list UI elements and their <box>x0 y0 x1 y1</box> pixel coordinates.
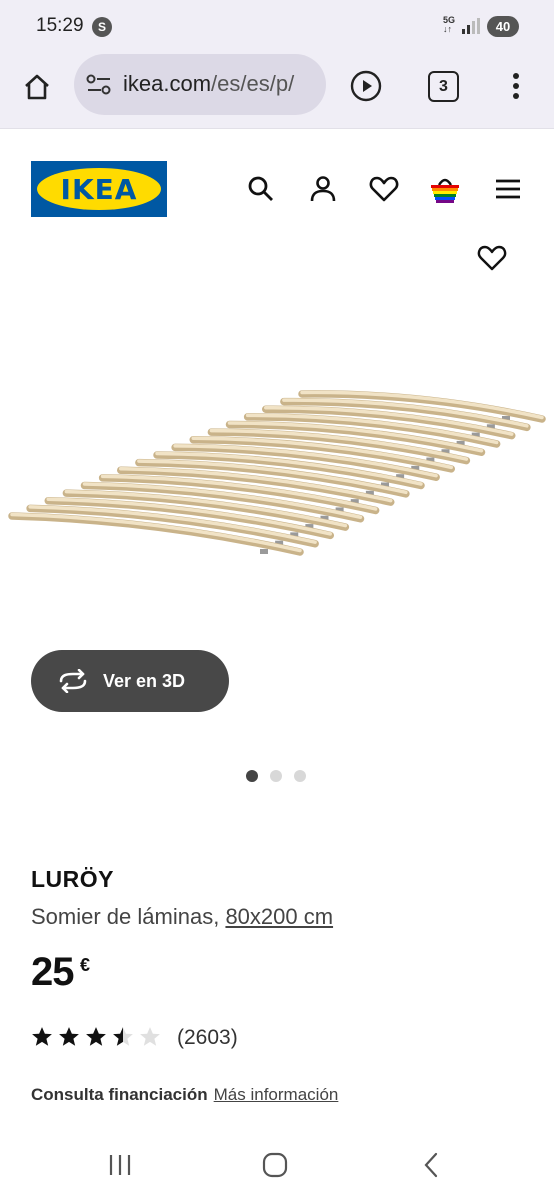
system-nav-bar <box>0 1128 554 1200</box>
play-button[interactable] <box>348 68 384 104</box>
back-button[interactable] <box>416 1150 446 1180</box>
product-description: Somier de láminas, 80x200 cm <box>31 904 333 930</box>
recent-apps-button[interactable] <box>105 1150 135 1180</box>
menu-icon <box>496 179 520 199</box>
browser-toolbar: ikea.com/es/es/p/ 3 <box>0 54 554 129</box>
kebab-menu-icon <box>513 73 519 99</box>
view-3d-label: Ver en 3D <box>103 670 186 691</box>
gallery-pagination <box>246 770 306 782</box>
home-button[interactable] <box>19 69 55 105</box>
account-icon <box>310 176 336 202</box>
cart-button[interactable] <box>428 172 462 206</box>
heart-icon <box>477 245 507 271</box>
star-icon <box>140 1027 160 1046</box>
product-price: 25 <box>31 950 74 994</box>
status-time: 15:29 <box>36 15 84 36</box>
recent-apps-icon <box>109 1155 131 1175</box>
network-type: 5G ↓↑ <box>443 15 456 34</box>
star-icon <box>32 1027 52 1046</box>
product-type: Somier de láminas, <box>31 904 220 929</box>
financing-row: Consulta financiación Más información <box>31 1085 338 1105</box>
url-domain: ikea.com <box>123 71 212 96</box>
home-circle-icon <box>262 1152 288 1178</box>
rotate-3d-icon <box>59 669 87 693</box>
cart-icon <box>431 178 459 203</box>
review-count[interactable]: (2603) <box>177 1026 238 1050</box>
back-icon <box>424 1152 438 1178</box>
home-nav-button[interactable] <box>260 1150 290 1180</box>
logo-oval: IKEA <box>37 168 161 210</box>
pagination-dot-1[interactable] <box>246 770 258 782</box>
favorites-button[interactable] <box>367 172 401 206</box>
network-label: 5G <box>443 15 456 25</box>
search-icon <box>248 176 273 201</box>
pagination-dot-2[interactable] <box>270 770 282 782</box>
star-icon <box>59 1027 79 1046</box>
financing-label: Consulta financiación <box>31 1085 208 1104</box>
add-to-favorites-button[interactable] <box>475 243 509 273</box>
account-button[interactable] <box>306 172 340 206</box>
more-options-button[interactable] <box>506 68 526 104</box>
play-icon <box>350 70 382 102</box>
product-size-link[interactable]: 80x200 cm <box>225 904 333 929</box>
home-icon <box>25 74 49 100</box>
financing-link[interactable]: Más información <box>214 1085 339 1104</box>
logo-text: IKEA <box>60 172 138 206</box>
url-text[interactable]: ikea.com/es/es/p/ <box>123 71 294 97</box>
price-currency: € <box>80 955 91 975</box>
menu-button[interactable] <box>491 172 525 206</box>
signal-icon <box>462 18 480 34</box>
heart-icon <box>369 176 399 202</box>
pagination-dot-3[interactable] <box>294 770 306 782</box>
tab-switcher-button[interactable]: 3 <box>428 71 459 102</box>
search-button[interactable] <box>244 172 278 206</box>
rating-stars[interactable] <box>31 1026 161 1048</box>
star-icon <box>113 1027 133 1046</box>
status-bar: 15:29 S 5G ↓↑ 40 <box>0 0 554 54</box>
url-path: /es/es/p/ <box>211 71 295 96</box>
site-settings-icon[interactable] <box>86 74 112 96</box>
slat-holder <box>260 549 268 554</box>
ikea-logo[interactable]: IKEA <box>31 161 167 217</box>
star-icon <box>86 1027 106 1046</box>
notification-icon: S <box>92 17 112 37</box>
product-name: LURÖY <box>31 866 114 892</box>
battery-icon: 40 <box>487 16 519 37</box>
address-bar[interactable]: ikea.com/es/es/p/ <box>74 54 326 115</box>
product-image[interactable] <box>0 380 554 570</box>
view-3d-button[interactable]: Ver en 3D <box>31 650 229 712</box>
